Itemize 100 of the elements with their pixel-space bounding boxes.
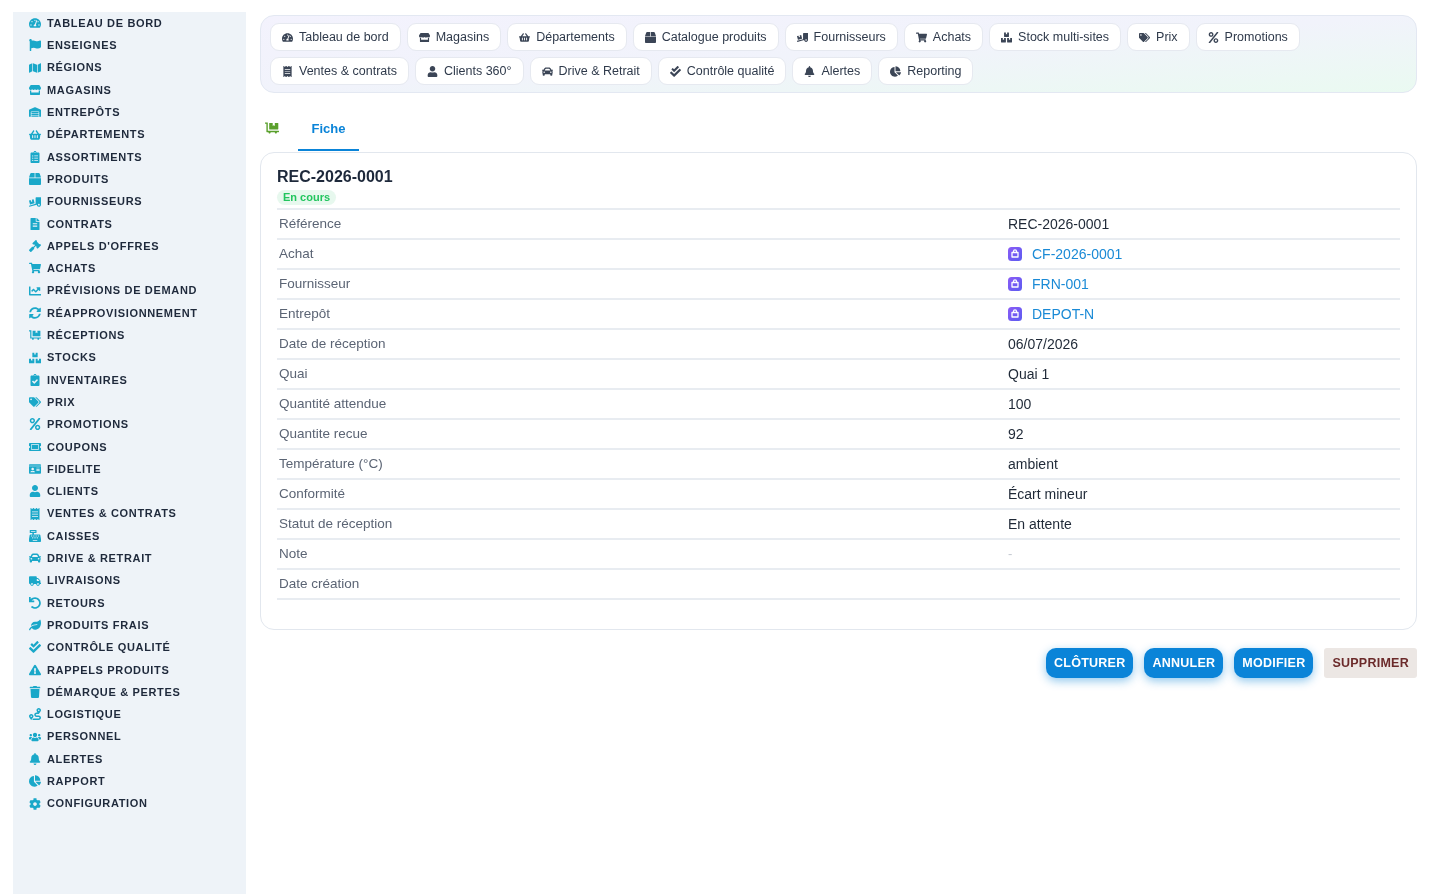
quick-nav-chip[interactable]: Ventes & contrats	[270, 57, 409, 85]
store-icon	[29, 84, 41, 97]
quick-nav-chip[interactable]: Promotions	[1195, 23, 1300, 51]
action-button[interactable]: ANNULER	[1144, 648, 1224, 678]
action-button[interactable]: MODIFIER	[1234, 648, 1314, 678]
field-label: Quantite recue	[279, 424, 369, 443]
tab[interactable]: Fiche	[298, 108, 359, 151]
sidebar-item[interactable]: LIVRAISONS	[13, 569, 246, 592]
field-value: Quai 1	[1008, 364, 1051, 384]
record-link[interactable]: FRN-001	[1032, 273, 1089, 295]
sidebar-item[interactable]: CLIENTS	[13, 480, 246, 503]
sidebar-item[interactable]: ALERTES	[13, 747, 246, 771]
quick-nav-chip[interactable]: Catalogue produits	[632, 23, 779, 51]
user-icon	[427, 65, 438, 77]
field-label: Conformité	[279, 484, 347, 503]
field-value: REC-2026-0001	[1008, 214, 1111, 234]
gavel-icon	[29, 240, 41, 253]
percent-icon	[1207, 31, 1219, 43]
quick-nav-chip[interactable]: Achats	[903, 23, 984, 51]
sidebar-item[interactable]: PROMOTIONS	[13, 413, 246, 436]
sidebar-item[interactable]: CONFIGURATION	[13, 792, 246, 815]
sidebar-item[interactable]: TABLEAU DE BORD	[13, 12, 246, 35]
boxes-icon	[29, 351, 41, 364]
clipboard-check-icon	[29, 373, 41, 386]
sidebar-item[interactable]: PRIX	[13, 391, 246, 414]
field-label: Température (°C)	[279, 454, 384, 473]
sidebar-item[interactable]: INVENTAIRES	[13, 368, 246, 392]
box-icon	[29, 173, 41, 186]
sidebar-item[interactable]: COUPONS	[13, 435, 246, 458]
id-card-icon	[29, 463, 41, 476]
sidebar-item[interactable]: DÉPARTEMENTS	[13, 123, 246, 146]
quick-nav-chip[interactable]: Départements	[507, 23, 627, 51]
sidebar-item[interactable]: DRIVE & RETRAIT	[13, 547, 246, 570]
field-label: Entrepôt	[279, 304, 332, 323]
clipboard-icon	[29, 150, 41, 163]
status-badge: En cours	[277, 190, 337, 205]
quick-nav-chip[interactable]: Prix	[1127, 23, 1190, 51]
car-icon	[541, 65, 553, 77]
bag-icon	[1008, 277, 1022, 291]
sidebar-item[interactable]: RAPPORT	[13, 770, 246, 793]
quick-nav-chip[interactable]: Fournisseurs	[784, 23, 898, 51]
quick-nav-chip[interactable]: Reporting	[878, 57, 974, 85]
sidebar-item[interactable]: RÉGIONS	[13, 56, 246, 79]
receipt-icon	[29, 507, 41, 520]
sidebar-item[interactable]: VENTES & CONTRATS	[13, 502, 246, 525]
car-icon	[29, 552, 41, 565]
sidebar-item[interactable]: CONTRATS	[13, 212, 246, 235]
sidebar-item[interactable]: STOCKS	[13, 346, 246, 369]
quick-nav-chip[interactable]: Tableau de bord	[270, 23, 401, 51]
field-label: Date de réception	[279, 334, 387, 353]
pie-chart-icon	[890, 65, 902, 77]
sidebar-item[interactable]: MAGASINS	[13, 78, 246, 102]
field-value: -	[1008, 545, 1014, 564]
sidebar-item[interactable]: RÉAPPROVISIONNEMENT	[13, 301, 246, 325]
sidebar-item[interactable]: FIDELITE	[13, 457, 246, 481]
sidebar-item[interactable]: RÉCEPTIONS	[13, 324, 246, 347]
sidebar-item[interactable]: RAPPELS PRODUITS	[13, 658, 246, 681]
sidebar-item[interactable]: APPELS D'OFFRES	[13, 234, 246, 258]
quick-nav-chip[interactable]: Drive & Retrait	[529, 57, 652, 85]
warehouse-icon	[29, 106, 41, 119]
dolly-truck-icon	[29, 195, 41, 208]
action-button[interactable]: SUPPRIMER	[1324, 648, 1417, 678]
quick-nav-chip[interactable]: Clients 360°	[415, 57, 524, 85]
sidebar-item[interactable]: ENTREPÔTS	[13, 101, 246, 124]
sidebar-item[interactable]: DÉMARQUE & PERTES	[13, 680, 246, 704]
receipt-icon	[282, 65, 293, 77]
hand-truck-icon	[29, 329, 41, 342]
percent-icon	[29, 418, 41, 431]
record-link[interactable]: DEPOT-N	[1032, 303, 1095, 325]
sidebar-item[interactable]: CONTRÔLE QUALITÉ	[13, 636, 246, 659]
sidebar-item[interactable]: LOGISTIQUE	[13, 703, 246, 726]
sidebar-item[interactable]: ASSORTIMENTS	[13, 145, 246, 169]
sidebar-item[interactable]: PRODUITS FRAIS	[13, 614, 246, 637]
record-title: REC-2026-0001	[277, 167, 394, 187]
bell-icon	[804, 65, 816, 77]
sidebar-item[interactable]: RETOURS	[13, 591, 246, 614]
user-icon	[29, 485, 41, 498]
field-value: ambient	[1008, 454, 1059, 474]
sidebar-item[interactable]: FOURNISSEURS	[13, 190, 246, 213]
quick-nav-chip[interactable]: Magasins	[406, 23, 502, 51]
sidebar-item[interactable]: PRÉVISIONS DE DEMAND	[13, 279, 246, 302]
sidebar-item[interactable]: ACHATS	[13, 257, 246, 280]
sidebar-item[interactable]: CAISSES	[13, 524, 246, 548]
flag-icon	[29, 39, 41, 52]
quick-nav-chip[interactable]: Contrôle qualité	[657, 57, 787, 85]
quick-nav-chip[interactable]: Alertes	[792, 57, 873, 85]
basket-icon	[29, 128, 41, 141]
pie-chart-icon	[29, 775, 41, 788]
action-button[interactable]: CLÔTURER	[1046, 648, 1134, 678]
sidebar-item[interactable]: PRODUITS	[13, 168, 246, 191]
document-icon	[29, 217, 41, 230]
quick-nav-chip[interactable]: Stock multi-sites	[989, 23, 1122, 51]
cart-icon	[915, 31, 927, 43]
map-icon	[29, 61, 41, 74]
sidebar-item[interactable]: ENSEIGNES	[13, 34, 246, 57]
gauge-icon	[282, 31, 293, 43]
refresh-icon	[29, 307, 41, 319]
sidebar-item[interactable]: PERSONNEL	[13, 725, 246, 748]
field-label: Fournisseur	[279, 274, 352, 293]
record-link[interactable]: CF-2026-0001	[1032, 243, 1123, 265]
